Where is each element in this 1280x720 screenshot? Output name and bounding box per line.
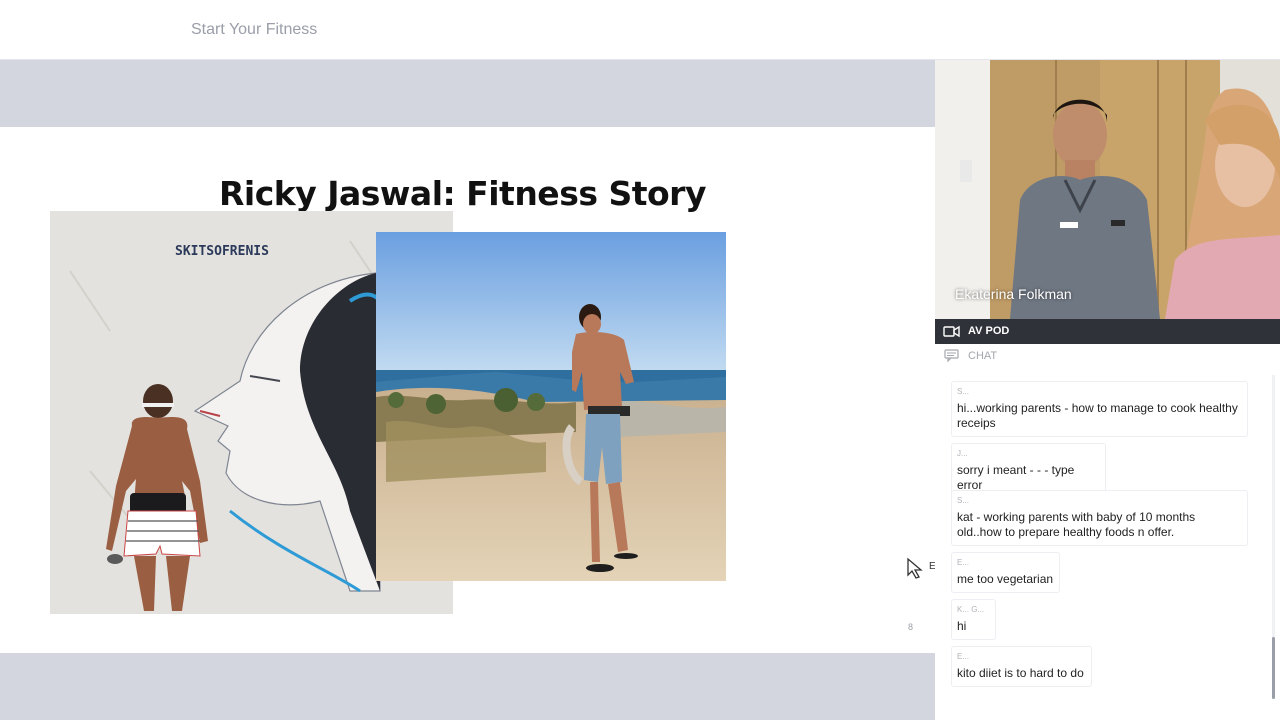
chat-scrollbar[interactable]: [1272, 375, 1275, 699]
participant-name: Ekaterina Folkman: [955, 286, 1072, 302]
chat-pod-label: CHAT: [968, 350, 998, 362]
chat-message-text: kito diiet is to hard to do: [957, 666, 1084, 680]
slide-photo-beach: [376, 232, 726, 581]
chat-message-author: K... G...: [957, 605, 985, 614]
chat-message: E... me too vegetarian: [951, 552, 1060, 593]
slide: Ricky Jaswal: Fitness Story SKITSOFRENIS: [0, 127, 935, 653]
chat-message-text: hi: [957, 619, 967, 633]
chat-message-text: sorry i meant - - - type error: [957, 463, 1075, 492]
chat-message-author: S...: [957, 387, 970, 396]
av-pod-header[interactable]: AV POD: [935, 319, 1280, 344]
beach-photo-illustration: [376, 232, 726, 581]
chat-pod-header[interactable]: CHAT: [935, 344, 1280, 366]
chat-message-author: J...: [957, 449, 968, 458]
top-bar: Start Your Fitness: [0, 0, 1280, 60]
graffiti-text: SKITSOFRENIS: [175, 244, 269, 259]
video-feed[interactable]: Ekaterina Folkman: [935, 60, 1280, 319]
chat-message-text: kat - working parents with baby of 10 mo…: [957, 510, 1196, 539]
chat-scrollbar-thumb[interactable]: [1272, 637, 1275, 699]
slide-title: Ricky Jaswal: Fitness Story: [219, 174, 706, 213]
av-pod-label: AV POD: [968, 325, 1010, 337]
chat-message-text: me too vegetarian: [957, 572, 1054, 586]
slide-page-number: 8: [908, 622, 914, 632]
mouse-pointer-icon: [907, 557, 923, 579]
chat-message: S... hi...working parents - how to manag…: [951, 381, 1248, 437]
chat-message: K... G... hi: [951, 599, 996, 640]
chat-message-author: S...: [957, 496, 970, 505]
side-panel: Ekaterina Folkman AV POD CHAT S... hi...…: [935, 60, 1280, 720]
presentation-stage: Ricky Jaswal: Fitness Story SKITSOFRENIS: [0, 60, 936, 720]
meeting-title: Start Your Fitness: [191, 21, 318, 38]
chat-message: E... kito diiet is to hard to do: [951, 646, 1092, 687]
chat-message-author: E...: [957, 558, 970, 567]
chat-bubble-icon: [944, 349, 959, 362]
chat-message-author: E...: [957, 652, 970, 661]
chat-message-text: hi...working parents - how to manage to …: [957, 401, 1238, 430]
video-feed-illustration: [935, 60, 1280, 319]
video-camera-icon: [943, 325, 960, 338]
chat-message: S... kat - working parents with baby of …: [951, 490, 1248, 546]
